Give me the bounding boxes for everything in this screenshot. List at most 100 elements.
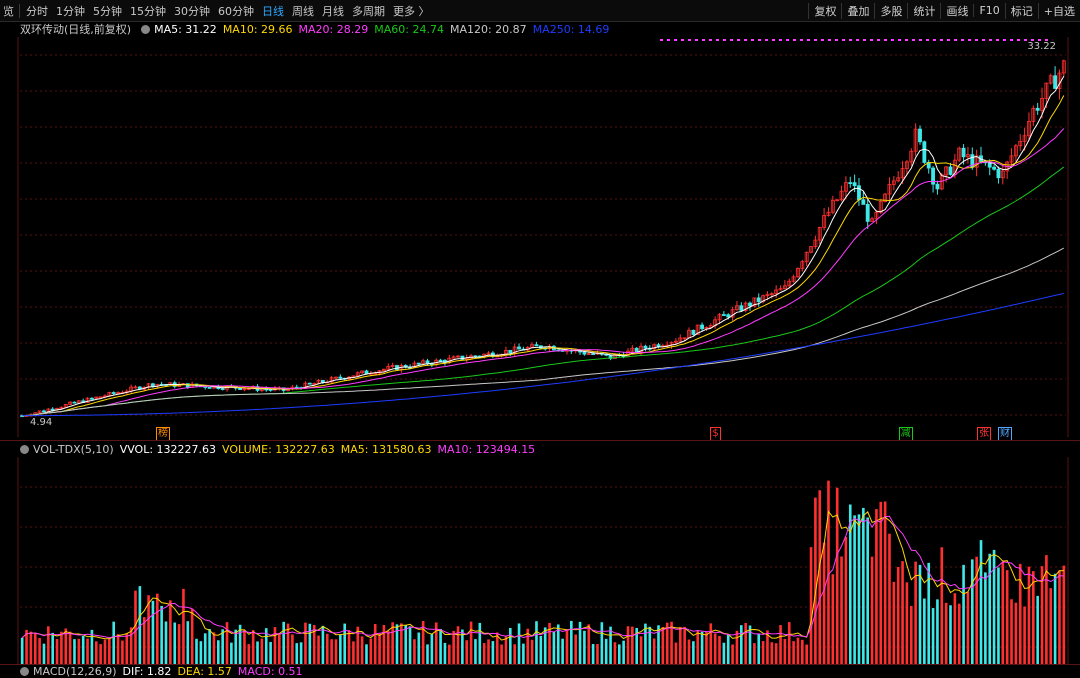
candle-body bbox=[748, 302, 752, 307]
add-watchlist-button[interactable]: +自选 bbox=[1037, 2, 1080, 19]
vol-title: VOL-TDX(5,10) bbox=[33, 442, 114, 456]
ma5-line bbox=[22, 75, 1065, 417]
ma60-line bbox=[22, 166, 1065, 417]
period-tab-weekly[interactable]: 周线 bbox=[288, 3, 318, 19]
candle-body bbox=[438, 359, 443, 362]
volume-legend: VOL-TDX(5,10) VVOL: 132227.63 VOLUME: 13… bbox=[0, 441, 541, 457]
candle-body bbox=[756, 297, 761, 303]
dif-label: DIF: 1.82 bbox=[122, 664, 172, 678]
dea-label: DEA: 1.57 bbox=[177, 664, 232, 678]
candle-body bbox=[517, 346, 521, 350]
ma5-label: MA5: 31.22 bbox=[154, 22, 217, 36]
event-badge[interactable]: 财 bbox=[998, 427, 1012, 441]
candle-body bbox=[726, 314, 731, 318]
candle-body bbox=[634, 347, 639, 353]
candle-body bbox=[42, 410, 46, 413]
candle-body bbox=[948, 166, 953, 175]
ma120-label: MA120: 20.87 bbox=[449, 22, 527, 36]
candle-body bbox=[98, 396, 103, 399]
candle-body bbox=[151, 383, 155, 387]
candle-body bbox=[50, 408, 55, 411]
main-chart-legend: 双环传动(日线,前复权) MA5: 31.22 MA10: 29.66 MA20… bbox=[0, 21, 615, 37]
f10-button[interactable]: F10 bbox=[973, 4, 1004, 17]
candle-body bbox=[508, 349, 513, 354]
candle-body bbox=[721, 314, 726, 316]
candle-body bbox=[739, 305, 744, 311]
vol-ma10-label: MA10: 123494.15 bbox=[437, 442, 536, 456]
candle-body bbox=[918, 128, 922, 143]
volume-label: VOLUME: 132227.63 bbox=[222, 442, 335, 456]
ma20-line bbox=[22, 128, 1065, 417]
candle-body bbox=[72, 401, 77, 404]
candle-body bbox=[961, 147, 966, 158]
period-toolbar: 览 分时 1分钟 5分钟 15分钟 30分钟 60分钟 日线 周线 月线 多周期… bbox=[0, 0, 1080, 22]
candle-body bbox=[534, 344, 539, 347]
macd-value-label: MACD: 0.51 bbox=[237, 664, 303, 678]
candle-body bbox=[1035, 107, 1040, 111]
high-price-label: 33.22 bbox=[1027, 41, 1056, 52]
candle-body bbox=[922, 141, 927, 163]
candle-body bbox=[591, 353, 596, 356]
ma20-label: MA20: 28.29 bbox=[298, 22, 369, 36]
candle-body bbox=[111, 392, 116, 394]
candle-body bbox=[338, 376, 343, 379]
price-candlestick-chart[interactable] bbox=[0, 37, 1080, 437]
event-badge[interactable]: $ bbox=[710, 427, 721, 441]
period-tab-more[interactable]: 更多 〉 bbox=[389, 3, 434, 19]
period-tab-timeshare[interactable]: 分时 bbox=[22, 3, 52, 19]
candle-body bbox=[935, 183, 940, 190]
ma60-label: MA60: 24.74 bbox=[374, 22, 444, 36]
candle-body bbox=[857, 185, 861, 201]
event-badge[interactable]: 榜 bbox=[155, 427, 170, 441]
candle-body bbox=[852, 182, 857, 187]
toolbar-left-stub[interactable]: 览 bbox=[0, 3, 17, 19]
candle-body bbox=[1053, 75, 1058, 89]
period-tab-30min[interactable]: 30分钟 bbox=[170, 3, 214, 19]
vvol-label: VVOL: 132227.63 bbox=[119, 442, 217, 456]
ma120-line bbox=[22, 247, 1065, 417]
multi-stock-button[interactable]: 多股 bbox=[874, 2, 907, 19]
macd-title: MACD(12,26,9) bbox=[33, 664, 117, 678]
candle-body bbox=[643, 345, 648, 349]
candle-body bbox=[89, 397, 94, 400]
event-badge[interactable]: 张 bbox=[977, 427, 992, 441]
period-tab-monthly[interactable]: 月线 bbox=[318, 3, 348, 19]
candle-body bbox=[691, 329, 696, 335]
period-tab-multi[interactable]: 多周期 bbox=[348, 3, 389, 19]
period-tab-1min[interactable]: 1分钟 bbox=[52, 3, 89, 19]
candle-body bbox=[207, 387, 212, 389]
macd-settings-icon[interactable] bbox=[20, 666, 29, 676]
toolbar-separator bbox=[19, 3, 20, 18]
candle-body bbox=[865, 203, 870, 222]
candle-body bbox=[848, 182, 853, 185]
candle-body bbox=[582, 351, 587, 355]
candle-body bbox=[238, 387, 243, 390]
candle-body bbox=[185, 383, 190, 388]
event-badge-row: 榜 $ 减 张财 bbox=[0, 427, 1080, 441]
adjust-button[interactable]: 复权 bbox=[808, 2, 841, 19]
event-badge[interactable]: 减 bbox=[898, 427, 913, 441]
statistics-button[interactable]: 统计 bbox=[907, 2, 940, 19]
period-tab-5min[interactable]: 5分钟 bbox=[89, 3, 126, 19]
candle-body bbox=[996, 168, 1001, 179]
candle-body bbox=[700, 324, 705, 330]
candle-body bbox=[220, 388, 225, 390]
period-tab-daily[interactable]: 日线 bbox=[258, 3, 288, 19]
stock-title: 双环传动(日线,前复权) bbox=[20, 23, 132, 36]
candle-body bbox=[312, 383, 317, 385]
mark-button[interactable]: 标记 bbox=[1004, 2, 1038, 19]
ma250-label: MA250: 14.69 bbox=[532, 22, 610, 36]
candle-body bbox=[416, 362, 421, 365]
draw-line-button[interactable]: 画线 bbox=[940, 2, 973, 19]
overlay-button[interactable]: 叠加 bbox=[841, 2, 874, 19]
vol-ma5-label: MA5: 131580.63 bbox=[340, 442, 432, 456]
ma10-line bbox=[22, 95, 1065, 417]
candle-body bbox=[320, 379, 325, 383]
candle-body bbox=[307, 382, 312, 385]
period-tab-60min[interactable]: 60分钟 bbox=[214, 3, 258, 19]
volume-bar-chart[interactable] bbox=[0, 457, 1080, 664]
period-tab-15min[interactable]: 15分钟 bbox=[126, 3, 170, 19]
ma10-label: MA10: 29.66 bbox=[222, 22, 293, 36]
volume-settings-icon[interactable] bbox=[20, 444, 29, 454]
indicator-settings-icon[interactable] bbox=[141, 24, 151, 34]
